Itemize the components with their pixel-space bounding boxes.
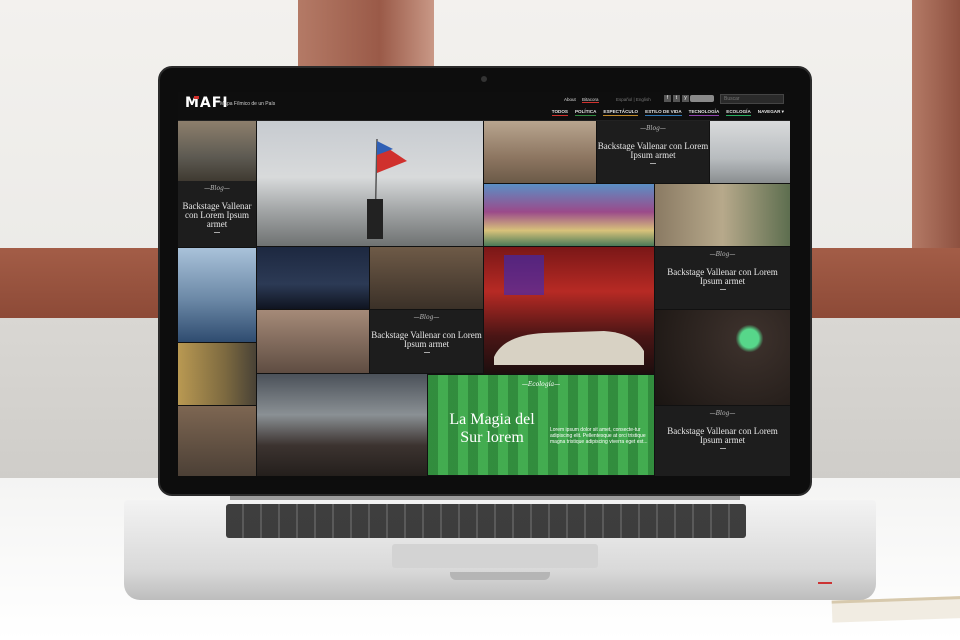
language-switcher[interactable]: Español | English xyxy=(616,97,651,102)
photo-tile[interactable] xyxy=(370,247,483,309)
nav-tecnologia[interactable]: TECNOLOGÍA xyxy=(688,109,720,116)
photo-tile[interactable] xyxy=(178,248,256,342)
featured-title: La Magia del Sur lorem xyxy=(449,411,535,446)
blog-card-title: Backstage Vallenar con Lorem Ipsum armet xyxy=(597,141,709,160)
blog-card[interactable]: —Blog— Backstage Vallenar con Lorem Ipsu… xyxy=(178,181,256,247)
webcam-icon xyxy=(481,76,487,82)
blog-card[interactable]: —Blog— Backstage Vallenar con Lorem Ipsu… xyxy=(370,310,483,373)
main-nav: TODOS POLÍTICA ESPECTÁCULO ESTILO DE VID… xyxy=(551,109,784,116)
photo-tile[interactable] xyxy=(178,121,256,181)
blog-card-divider xyxy=(423,352,430,353)
blog-card-divider xyxy=(214,232,220,233)
link-bitacora[interactable]: Bitacora xyxy=(582,97,599,103)
blog-card-category: —Blog— xyxy=(640,125,666,132)
nav-politica[interactable]: POLÍTICA xyxy=(574,109,597,116)
status-led xyxy=(818,582,832,584)
featured-category: —Ecología— xyxy=(521,381,561,388)
photo-tile[interactable] xyxy=(257,247,369,309)
blog-card[interactable]: —Blog— Backstage Vallenar con Lorem Ipsu… xyxy=(655,406,790,476)
blog-card-category: —Blog— xyxy=(204,185,230,192)
lid-notch xyxy=(450,572,550,580)
photo-tile[interactable] xyxy=(257,121,483,246)
photo-tile[interactable] xyxy=(257,374,427,476)
blog-card-title: Backstage Vallenar con Lorem Ipsum armet xyxy=(667,267,778,286)
photo-tile[interactable] xyxy=(484,121,596,183)
logo-accent xyxy=(194,96,199,99)
search-input[interactable] xyxy=(720,94,784,104)
blog-card-title: Backstage Vallenar con Lorem Ipsum armet xyxy=(182,201,252,229)
photo-tile[interactable] xyxy=(655,310,790,405)
blog-card-divider xyxy=(719,448,726,449)
flag-photo xyxy=(367,138,407,239)
blog-card-category: —Blog— xyxy=(413,314,440,321)
keyboard xyxy=(226,504,746,538)
car-photo xyxy=(494,255,644,365)
window-frame-left xyxy=(298,0,434,70)
blog-card[interactable]: —Blog— Backstage Vallenar con Lorem Ipsu… xyxy=(597,121,709,183)
nav-navegar-dropdown[interactable]: NAVEGAR ▾ xyxy=(758,109,784,116)
social-links: f t y xyxy=(664,95,689,102)
photo-tile[interactable] xyxy=(484,247,654,374)
photo-tile[interactable] xyxy=(257,310,369,373)
featured-excerpt: Lorem ipsum dolor sit amet, consecte-tur… xyxy=(550,427,648,445)
blog-card-title: Backstage Vallenar con Lorem Ipsum armet xyxy=(371,330,482,349)
nav-espectaculo[interactable]: ESPECTÁCULO xyxy=(603,109,639,116)
photo-tile[interactable] xyxy=(178,343,256,405)
nav-todos[interactable]: TODOS xyxy=(551,109,568,116)
featured-article-card[interactable]: —Ecología— La Magia del Sur lorem Lorem … xyxy=(428,375,654,475)
photo-tile[interactable] xyxy=(655,184,790,246)
laptop-screen: MAFI Mapa Fílmico de un País About Bitac… xyxy=(178,92,790,476)
toggle-pill[interactable] xyxy=(690,95,714,102)
blog-card-divider xyxy=(719,289,726,290)
link-about[interactable]: About xyxy=(564,97,576,102)
photo-tile[interactable] xyxy=(484,184,654,246)
blog-card-category: —Blog— xyxy=(709,410,736,417)
blog-card-title: Backstage Vallenar con Lorem Ipsum armet xyxy=(667,426,778,445)
site-tagline: Mapa Fílmico de un País xyxy=(220,101,276,107)
twitter-icon[interactable]: t xyxy=(673,95,680,102)
facebook-icon[interactable]: f xyxy=(664,95,671,102)
blog-card[interactable]: —Blog— Backstage Vallenar con Lorem Ipsu… xyxy=(655,247,790,309)
photo-tile[interactable] xyxy=(710,121,790,183)
blog-card-category: —Blog— xyxy=(709,251,736,258)
photo-grid: —Blog— Backstage Vallenar con Lorem Ipsu… xyxy=(178,121,790,476)
nav-estilo-de-vida[interactable]: ESTILO DE VIDA xyxy=(645,109,682,116)
top-links: About Bitacora xyxy=(564,97,604,103)
trackpad xyxy=(392,544,598,568)
youtube-icon[interactable]: y xyxy=(682,95,689,102)
blog-card-divider xyxy=(650,163,656,164)
nav-ecologia[interactable]: ECOLOGÍA xyxy=(726,109,751,116)
photo-tile[interactable] xyxy=(178,406,256,476)
site-header: MAFI Mapa Fílmico de un País About Bitac… xyxy=(178,92,790,121)
